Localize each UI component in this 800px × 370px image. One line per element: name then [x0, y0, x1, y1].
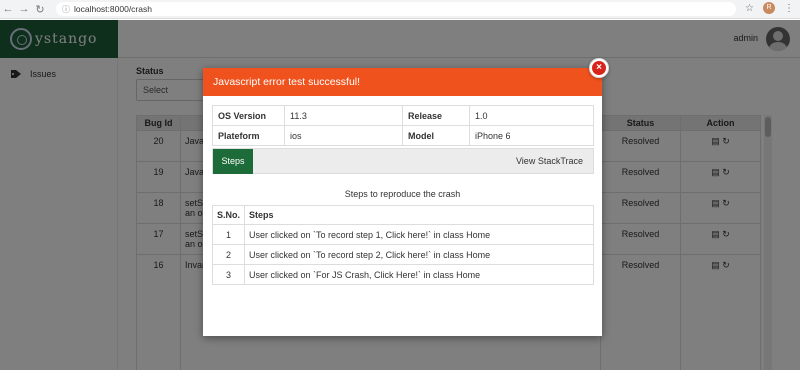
modal-title: Javascript error test successful!	[203, 68, 602, 96]
os-version-value: 11.3	[284, 105, 403, 126]
column-header-sno: S.No.	[211, 205, 246, 225]
step-text: User clicked on `For JS Crash, Click Her…	[244, 264, 594, 285]
bookmark-star-icon[interactable]: ☆	[745, 3, 754, 14]
step-number: 3	[211, 264, 246, 285]
url-text: localhost:8000/crash	[74, 4, 152, 14]
table-row: 1 User clicked on `To record step 1, Cli…	[211, 224, 594, 245]
steps-table: S.No. Steps 1 User clicked on `To record…	[211, 205, 594, 285]
modal-tabs: Steps View StackTrace	[212, 148, 594, 174]
menu-kebab-icon[interactable]: ⋮	[784, 3, 794, 14]
step-text: User clicked on `To record step 1, Click…	[244, 224, 594, 245]
table-row: 2 User clicked on `To record step 2, Cli…	[211, 244, 594, 265]
reload-icon[interactable]: ↻	[32, 3, 48, 16]
browser-toolbar: ← → ↻ ⓘ localhost:8000/crash ☆ R ⋮	[0, 0, 800, 19]
step-number: 2	[211, 244, 246, 265]
column-header-steps: Steps	[244, 205, 594, 225]
tab-steps[interactable]: Steps	[213, 149, 253, 174]
table-row: 3 User clicked on `For JS Crash, Click H…	[211, 264, 594, 285]
back-icon[interactable]: ←	[0, 3, 16, 15]
tab-stacktrace[interactable]: View StackTrace	[516, 156, 583, 166]
profile-avatar[interactable]: R	[763, 2, 775, 14]
model-label: Model	[402, 125, 470, 146]
crash-details-modal: Javascript error test successful! × OS V…	[203, 58, 609, 336]
model-value: iPhone 6	[469, 125, 594, 146]
close-button[interactable]: ×	[589, 58, 609, 78]
device-info-table: OS Version 11.3 Release 1.0 Plateform io…	[212, 105, 594, 146]
close-icon: ×	[592, 61, 606, 75]
platform-label: Plateform	[212, 125, 285, 146]
platform-value: ios	[284, 125, 403, 146]
step-text: User clicked on `To record step 2, Click…	[244, 244, 594, 265]
info-icon[interactable]: ⓘ	[62, 4, 70, 15]
os-version-label: OS Version	[212, 105, 285, 126]
address-bar[interactable]: ⓘ localhost:8000/crash	[56, 2, 736, 16]
release-label: Release	[402, 105, 470, 126]
steps-heading: Steps to reproduce the crash	[344, 189, 461, 199]
release-value: 1.0	[469, 105, 594, 126]
forward-icon[interactable]: →	[16, 3, 32, 15]
step-number: 1	[211, 224, 246, 245]
